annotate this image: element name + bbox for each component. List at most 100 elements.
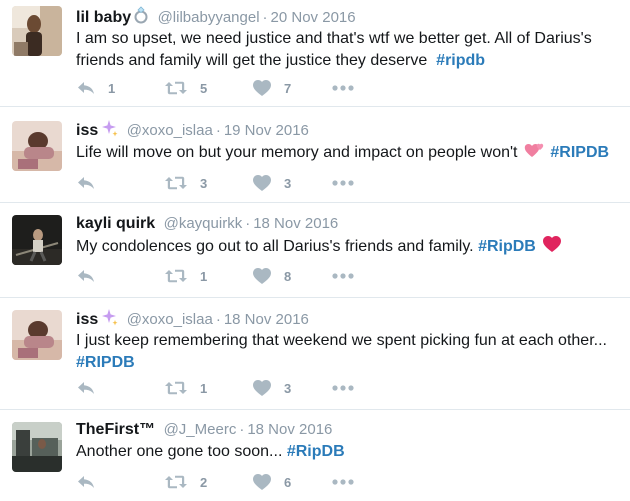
retweet-icon [164,380,188,396]
tweet-text-line: friends and family will get the justice … [76,50,616,72]
avatar[interactable] [12,215,62,265]
more-dots-icon [332,273,354,279]
separator: · [245,215,251,232]
more-options-button[interactable] [332,472,354,492]
retweet-button[interactable]: 2 [164,472,207,492]
avatar[interactable] [12,6,62,56]
tweet-3: kayli quirk @kayquirkk · 18 Nov 2016 My co… [0,203,630,298]
sparkles-icon [100,308,118,332]
like-count: 3 [284,175,292,191]
timestamp[interactable]: 18 Nov 2016 [253,215,338,232]
like-count: 7 [284,80,292,96]
more-dots-icon [332,479,354,485]
tweet-text: My condolences go out to all Darius's fr… [76,235,616,260]
sparkles-icon [100,119,118,143]
reply-icon [76,175,96,191]
more-dots-icon [332,180,354,186]
tweet-text: Another one gone too soon... #RipDB [76,441,616,463]
handle[interactable]: @xoxo_islaa [127,122,213,139]
separator: · [215,311,221,328]
heart-icon [252,379,272,397]
display-name[interactable]: iss [76,122,98,139]
reply-icon [76,80,96,96]
reply-button[interactable] [76,378,96,398]
separator: · [239,421,245,438]
retweet-count: 1 [200,380,208,396]
like-button[interactable]: 6 [252,472,291,492]
retweet-count: 5 [200,80,208,96]
retweet-icon [164,175,188,191]
hashtag-link[interactable]: #RipDB [478,238,536,255]
like-button[interactable]: 3 [252,378,291,398]
reply-button[interactable] [76,173,96,193]
separator: · [215,122,221,139]
hashtag-link[interactable]: #RIPDB [550,144,609,161]
tweet-text: I just keep remembering that weekend we … [76,330,616,374]
avatar[interactable] [12,310,62,360]
tweet-4: iss @xoxo_islaa · 18 Nov 2016 I just keep … [0,298,630,410]
avatar[interactable] [12,121,62,171]
retweet-count: 3 [200,175,208,191]
like-count: 6 [284,474,292,490]
handle[interactable]: @lilbabyyangel [158,9,260,26]
retweet-icon [164,268,188,284]
more-options-button[interactable] [332,266,354,286]
more-options-button[interactable] [332,173,354,193]
separator: · [262,9,268,26]
retweet-button[interactable]: 5 [164,78,207,98]
timestamp[interactable]: 20 Nov 2016 [271,9,356,26]
tweet-text-line: I just keep remembering that weekend we … [76,332,607,349]
display-name[interactable]: iss [76,311,98,328]
tweet-text-part: Life will move on but your memory and im… [76,144,518,161]
ring-icon [133,6,149,30]
retweet-count: 2 [200,474,208,490]
more-dots-icon [332,385,354,391]
tweet-text-part: friends and family will get the justice … [76,52,428,69]
like-button[interactable]: 8 [252,266,291,286]
retweet-button[interactable]: 1 [164,266,207,286]
heart-icon [252,267,272,285]
retweet-count: 1 [200,268,208,284]
tweet-header: iss @xoxo_islaa · 18 Nov 2016 [76,308,309,332]
handle[interactable]: @xoxo_islaa [127,311,213,328]
like-button[interactable]: 3 [252,173,291,193]
heart-icon [252,473,272,491]
hashtag-link[interactable]: #ripdb [436,52,485,69]
tweet-text: Life will move on but your memory and im… [76,141,616,166]
more-options-button[interactable] [332,378,354,398]
tweet-2: iss @xoxo_islaa · 19 Nov 2016 Life will mo… [0,107,630,203]
retweet-icon [164,80,188,96]
retweet-button[interactable]: 1 [164,378,207,398]
tweet-text-part: Another one gone too soon... [76,443,283,460]
retweet-icon [164,474,188,490]
more-dots-icon [332,85,354,91]
tweet-header: kayli quirk @kayquirkk · 18 Nov 2016 [76,214,338,234]
reply-icon [76,474,96,490]
timestamp[interactable]: 18 Nov 2016 [224,311,309,328]
hashtag-link[interactable]: #RipDB [287,443,345,460]
more-options-button[interactable] [332,78,354,98]
timestamp[interactable]: 18 Nov 2016 [247,421,332,438]
tweet-header: iss @xoxo_islaa · 19 Nov 2016 [76,119,309,143]
like-button[interactable]: 7 [252,78,291,98]
handle[interactable]: @kayquirkk [164,215,243,232]
handle[interactable]: @J_Meerc [164,421,237,438]
display-name[interactable]: lil baby [76,9,131,26]
tweet-header: lil baby @lilbabyyangel · 20 Nov 2016 [76,6,356,30]
reply-button[interactable]: 1 [76,78,115,98]
tweet-text: I am so upset, we need justice and that'… [76,28,616,72]
reply-button[interactable] [76,472,96,492]
display-name[interactable]: TheFirst™ [76,421,155,438]
timestamp[interactable]: 19 Nov 2016 [224,122,309,139]
like-count: 8 [284,268,292,284]
display-name[interactable]: kayli quirk [76,215,155,232]
reply-button[interactable] [76,266,96,286]
avatar[interactable] [12,422,62,472]
like-count: 3 [284,380,292,396]
hashtag-link[interactable]: #RIPDB [76,354,135,371]
reply-count: 1 [108,80,116,96]
retweet-button[interactable]: 3 [164,173,207,193]
heart-icon [252,174,272,192]
reply-icon [76,380,96,396]
tweet-text-line: I am so upset, we need justice and that'… [76,30,592,47]
